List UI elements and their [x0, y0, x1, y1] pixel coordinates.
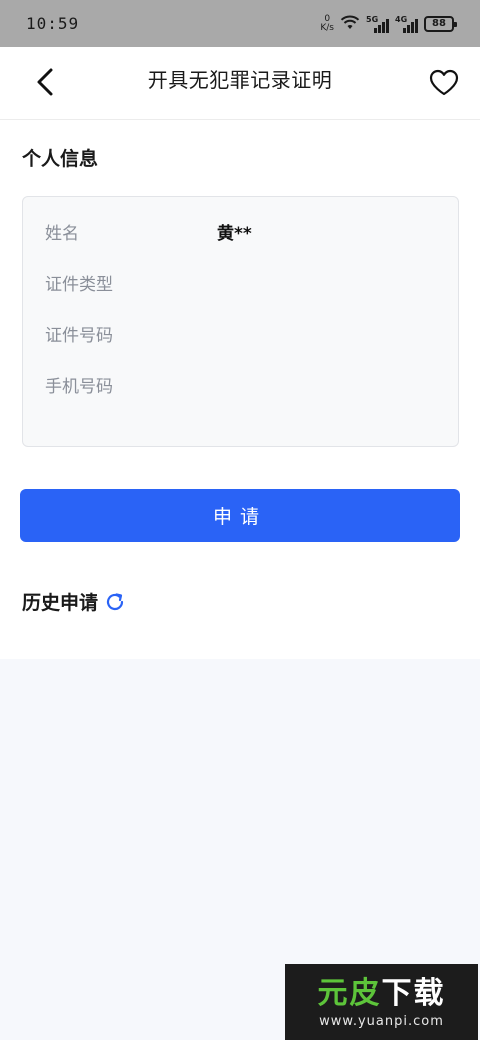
personal-info-card: 姓名 黄** 证件类型 证件号码 手机号码 — [22, 196, 459, 447]
chevron-left-icon — [37, 68, 53, 96]
name-label: 姓名 — [45, 224, 79, 244]
name-value: 黄** — [217, 224, 252, 244]
status-bar: 10:59 0 K/s 5G 4G 88 — [0, 0, 480, 47]
info-row-id-number: 证件号码 — [23, 321, 458, 372]
phone-label: 手机号码 — [45, 377, 113, 397]
app-header: 开具无犯罪记录证明 — [0, 47, 480, 120]
watermark-logo: 元皮下载 www.yuanpi.com — [285, 964, 478, 1040]
refresh-icon[interactable] — [104, 591, 126, 613]
signal-4g-icon: 4G — [395, 15, 418, 33]
page-title: 开具无犯罪记录证明 — [147, 67, 333, 92]
favorite-button[interactable] — [428, 67, 460, 99]
history-title-text: 历史申请 — [22, 592, 99, 614]
signal-4g-label: 4G — [395, 14, 408, 24]
info-row-name: 姓名 黄** — [23, 219, 458, 270]
status-icons: 0 K/s 5G 4G 88 — [320, 14, 457, 34]
watermark-brand-part2: 下载 — [381, 975, 446, 1011]
apply-button[interactable]: 申请 — [20, 489, 460, 542]
id-number-label: 证件号码 — [45, 326, 113, 346]
id-type-label: 证件类型 — [45, 275, 113, 295]
personal-info-title-text: 个人信息 — [22, 148, 99, 170]
heart-outline-icon — [429, 69, 459, 96]
history-title: 历史申请 — [22, 588, 126, 615]
wifi-icon — [340, 14, 360, 34]
signal-5g-label: 5G — [366, 14, 379, 24]
watermark-brand: 元皮下载 — [318, 976, 446, 1012]
watermark-brand-part1: 元皮 — [317, 975, 382, 1011]
status-time: 10:59 — [26, 14, 80, 33]
watermark-url: www.yuanpi.com — [319, 1013, 444, 1029]
back-button[interactable] — [34, 65, 62, 99]
personal-info-title: 个人信息 — [22, 144, 98, 171]
network-speed-unit: K/s — [320, 22, 334, 33]
network-speed: 0 K/s — [320, 14, 334, 33]
info-row-id-type: 证件类型 — [23, 270, 458, 321]
battery-icon: 88 — [424, 15, 457, 32]
signal-5g-icon: 5G — [366, 15, 389, 33]
battery-level: 88 — [432, 18, 446, 29]
info-row-phone: 手机号码 — [23, 372, 458, 423]
